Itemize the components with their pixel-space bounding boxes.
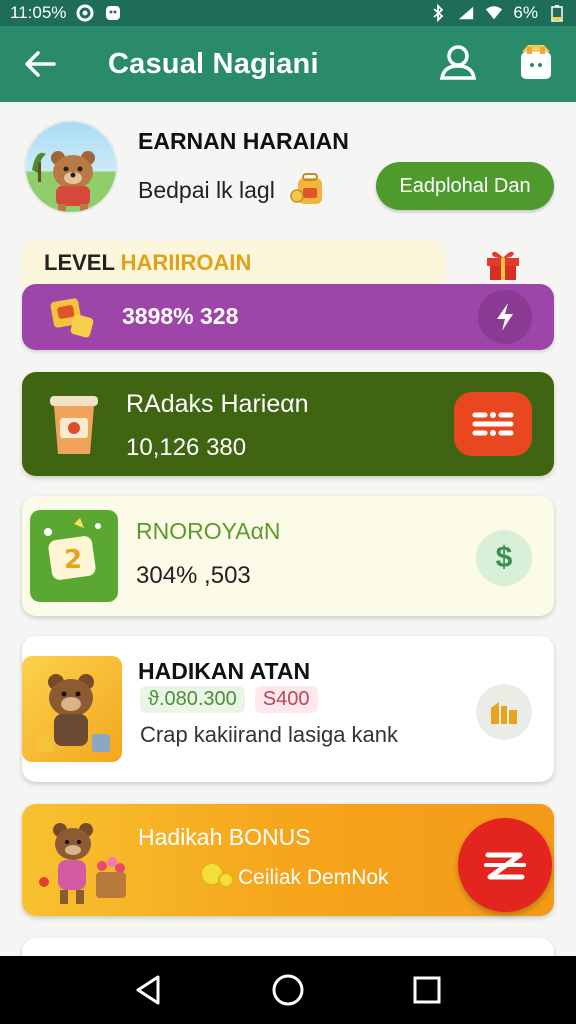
boost-button[interactable] <box>478 290 532 344</box>
bonus-title: Hadikah BONUS <box>138 824 311 850</box>
tasks-description: Crap kakiirand lasiga kank <box>140 722 399 747</box>
profile-subtitle-row: Bedpai lk lagl <box>138 172 329 208</box>
drink-cup-icon <box>46 390 102 460</box>
level-accent: HARIIROAIN <box>120 250 252 275</box>
level-label: LEVEL HARIIROAIN <box>44 250 251 276</box>
battery-icon <box>548 4 566 22</box>
star-box-icon: 2 <box>44 518 101 580</box>
tasks-action-button[interactable] <box>476 684 532 740</box>
app-bar: Casual Nagiani <box>0 26 576 102</box>
next-card-peek[interactable] <box>22 938 554 956</box>
signal-icon <box>457 4 475 22</box>
chip-pink: S400 <box>254 686 318 713</box>
nav-back-button[interactable] <box>129 970 169 1010</box>
dollar-button[interactable]: $ <box>476 530 532 586</box>
circle-home-icon <box>272 974 304 1006</box>
level-progress-bar[interactable]: 3898% 328 <box>22 284 554 350</box>
triangle-back-icon <box>136 975 160 1005</box>
bear-worker-icon <box>36 674 110 752</box>
status-time: 11:05% <box>10 3 67 22</box>
profile-section: EARNAN HARAIAN Bedpai lk lagl Eadplohal … <box>24 120 554 220</box>
bonus-action-button[interactable] <box>458 818 552 912</box>
coin-stack-icon <box>46 292 98 347</box>
bluetooth-icon <box>429 4 447 22</box>
battery-percent: 6% <box>513 3 538 22</box>
savings-card[interactable]: 2 RNOROYAαN 304% ,503 $ <box>22 496 554 616</box>
main-content: EARNAN HARAIAN Bedpai lk lagl Eadplohal … <box>0 102 576 956</box>
bear-avatar-icon <box>32 151 95 212</box>
tasks-chips: ϑ.080.300 S400 <box>140 686 318 713</box>
backpack-icon <box>290 173 322 204</box>
savings-value: 304% ,503 <box>136 562 251 589</box>
bonus-subtitle-text: Ceiliak DemNok <box>238 866 389 889</box>
savings-thumbnail: 2 <box>30 510 118 602</box>
notification-icon <box>76 4 94 22</box>
svg-text:2: 2 <box>64 545 82 575</box>
tasks-thumbnail <box>22 656 122 762</box>
bear-garden-icon <box>39 823 126 904</box>
profile-action-button[interactable]: Eadplohal Dan <box>376 162 554 210</box>
nav-recents-button[interactable] <box>407 970 447 1010</box>
bonus-card[interactable]: Hadikah BONUS Ceiliak DemNok <box>22 804 554 916</box>
ticket-icon <box>472 412 514 436</box>
gift-icon <box>487 251 519 280</box>
shop-button[interactable] <box>518 43 554 86</box>
bonus-subtitle: Ceiliak DemNok <box>198 866 389 890</box>
status-bar: 11:05% 6% <box>0 0 576 26</box>
tasks-title: HADIKAN ATAN <box>138 658 311 684</box>
cross-z-icon <box>484 852 526 880</box>
rewards-action-button[interactable] <box>454 392 532 456</box>
app-title: Casual Nagiani <box>108 47 319 80</box>
chip-green: ϑ.080.300 <box>140 686 245 713</box>
back-button[interactable] <box>0 26 80 102</box>
profile-subtitle: Bedpai lk lagl <box>138 176 275 203</box>
gift-button[interactable] <box>484 246 522 282</box>
level-value: 3898% 328 <box>122 303 239 329</box>
square-recents-icon <box>413 976 441 1004</box>
lightning-icon <box>497 303 513 331</box>
tasks-card[interactable]: HADIKAN ATAN ϑ.080.300 S400 Crap kakiira… <box>22 636 554 782</box>
savings-title: RNOROYAαN <box>136 518 281 544</box>
rewards-value: 10,126 380 <box>126 434 247 461</box>
app-notification-icon <box>104 4 122 22</box>
back-arrow-icon <box>25 51 56 77</box>
building-icon <box>491 702 517 724</box>
level-prefix: LEVEL <box>44 250 115 275</box>
system-nav-bar <box>0 956 576 1024</box>
profile-name: EARNAN HARAIAN <box>138 128 349 154</box>
nav-home-button[interactable] <box>268 970 308 1010</box>
profile-icon <box>439 44 477 80</box>
bonus-thumbnail <box>36 812 132 912</box>
shop-icon <box>521 44 551 79</box>
dollar-icon: $ <box>495 541 513 574</box>
wifi-icon <box>485 4 503 22</box>
avatar[interactable] <box>24 120 118 214</box>
profile-button[interactable] <box>438 44 478 85</box>
rewards-title: RAdaks Harieαn <box>126 390 309 418</box>
rewards-card[interactable]: RAdaks Harieαn 10,126 380 <box>22 372 554 476</box>
